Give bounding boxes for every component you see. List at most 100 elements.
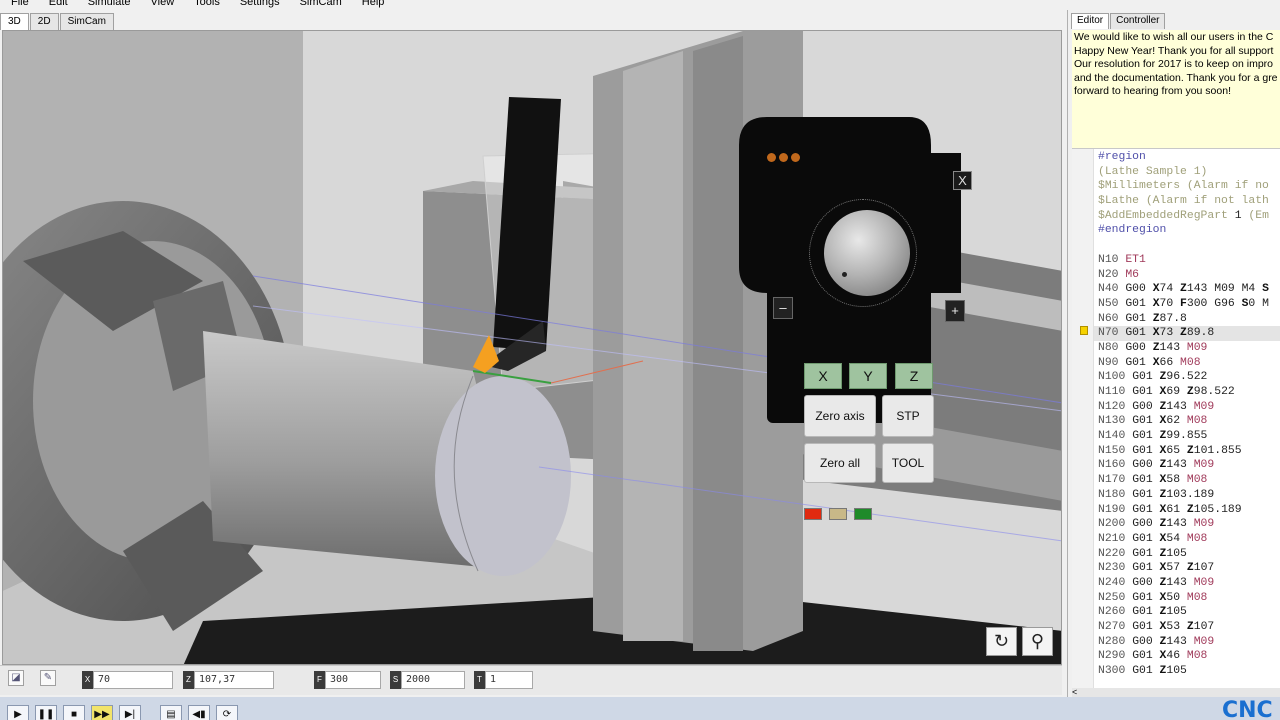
reset-view-icon[interactable]: ↻: [986, 627, 1017, 656]
tool-button[interactable]: TOOL: [882, 443, 934, 483]
menu-settings[interactable]: Settings: [229, 0, 289, 10]
code-line[interactable]: N180 G01 Z103.189: [1098, 488, 1280, 503]
menu-simcam[interactable]: SimCam: [289, 0, 351, 10]
code-line[interactable]: N80 G00 Z143 M09: [1098, 341, 1280, 356]
code-token: 105.189: [1193, 503, 1242, 516]
code-line[interactable]: N60 G01 Z87.8: [1098, 312, 1280, 327]
code-line[interactable]: $AddEmbeddedRegPart 1 (Em: [1098, 209, 1280, 224]
editor-hscroll[interactable]: <: [1072, 688, 1280, 697]
reset-icon[interactable]: ▤: [160, 705, 182, 720]
coolant-tap-icon[interactable]: ⚲: [1022, 627, 1053, 656]
code-token: 107: [1193, 621, 1215, 633]
pause-icon[interactable]: ❚❚: [35, 705, 57, 720]
code-line[interactable]: N300 G01 Z105: [1098, 664, 1280, 679]
code-line[interactable]: #endregion: [1098, 223, 1280, 238]
code-line[interactable]: N260 G01 Z105: [1098, 605, 1280, 620]
scroll-left-icon[interactable]: <: [1072, 687, 1077, 697]
stp-button[interactable]: STP: [882, 395, 934, 437]
brand-logo: CNC: [1222, 698, 1273, 720]
code-token: Z: [1186, 503, 1194, 516]
pendant-close-button[interactable]: X: [953, 171, 972, 190]
code-line[interactable]: N200 G00 Z143 M09: [1098, 517, 1280, 532]
right-panel: Editor Controller We would like to wish …: [1067, 10, 1280, 697]
tab-controller[interactable]: Controller: [1110, 13, 1166, 29]
t-label: T: [474, 671, 485, 689]
jog-knob[interactable]: [809, 199, 917, 307]
tab-editor[interactable]: Editor: [1071, 13, 1110, 29]
message-line: Happy New Year! Thank you for all suppor…: [1074, 44, 1274, 57]
menu-tools[interactable]: Tools: [183, 0, 229, 10]
code-line[interactable]: N220 G01 Z105: [1098, 547, 1280, 562]
code-line[interactable]: (Lathe Sample 1): [1098, 165, 1280, 180]
code-line[interactable]: N120 G00 Z143 M09: [1098, 400, 1280, 415]
menu-view[interactable]: View: [140, 0, 184, 10]
code-line[interactable]: $Lathe (Alarm if not lath: [1098, 194, 1280, 209]
code-line[interactable]: N290 G01 X46 M08: [1098, 649, 1280, 664]
code-line[interactable]: $Millimeters (Alarm if no: [1098, 179, 1280, 194]
step-icon[interactable]: ▶|: [119, 705, 141, 720]
code-token: N190: [1098, 503, 1133, 516]
tab-3d[interactable]: 3D: [0, 13, 29, 30]
code-line[interactable]: N20 M6: [1098, 268, 1280, 283]
tab-simcam[interactable]: SimCam: [59, 13, 114, 30]
code-line[interactable]: N230 G01 X57 Z107: [1098, 561, 1280, 576]
menu-simulate[interactable]: Simulate: [77, 0, 140, 10]
play-icon[interactable]: ▶: [7, 705, 29, 720]
code-line[interactable]: N240 G00 Z143 M09: [1098, 576, 1280, 591]
code-token: 65: [1166, 444, 1187, 457]
jog-minus-button[interactable]: –: [773, 297, 793, 319]
3d-viewport[interactable]: X – + X Y Z Zero axis STP Zero all TOOL …: [2, 30, 1062, 665]
z-label: Z: [183, 671, 194, 689]
code-token: 57: [1166, 562, 1187, 575]
code-line[interactable]: #region: [1098, 150, 1280, 165]
code-lines[interactable]: #region (Lathe Sample 1) $Millimeters (Ala…: [1094, 150, 1280, 679]
code-line[interactable]: N110 G01 X69 Z98.522: [1098, 385, 1280, 400]
axis-x-button[interactable]: X: [804, 363, 842, 389]
code-line[interactable]: [1098, 238, 1280, 253]
code-line[interactable]: N170 G01 X58 M08: [1098, 473, 1280, 488]
code-token: M09: [1193, 459, 1215, 472]
code-token: M09: [1193, 635, 1215, 648]
refresh-icon[interactable]: ⟳: [216, 705, 238, 720]
code-token: N160: [1098, 459, 1133, 472]
view-mode-icon[interactable]: ◪: [8, 670, 24, 686]
code-line[interactable]: N280 G00 Z143 M09: [1098, 635, 1280, 650]
zero-all-button[interactable]: Zero all: [804, 443, 876, 483]
fast-forward-icon[interactable]: ▶▶: [91, 705, 113, 720]
code-line[interactable]: N90 G01 X66 M08: [1098, 356, 1280, 371]
code-line[interactable]: N270 G01 X53 Z107: [1098, 620, 1280, 635]
code-line[interactable]: N140 G01 Z99.855: [1098, 429, 1280, 444]
code-token: Z: [1186, 444, 1194, 457]
axis-z-button[interactable]: Z: [895, 363, 933, 389]
axis-y-button[interactable]: Y: [849, 363, 887, 389]
code-token: G01: [1125, 297, 1153, 310]
edit-pen-icon[interactable]: ✎: [40, 670, 56, 686]
rewind-icon[interactable]: ◀▮: [188, 705, 210, 720]
code-line[interactable]: N50 G01 X70 F300 G96 S0 M: [1098, 297, 1280, 312]
code-line[interactable]: N250 G01 X50 M08: [1098, 591, 1280, 606]
code-token: G00: [1132, 635, 1160, 648]
stop-icon[interactable]: ■: [63, 705, 85, 720]
code-line[interactable]: N160 G00 Z143 M09: [1098, 458, 1280, 473]
code-token: Z: [1186, 562, 1194, 575]
code-line[interactable]: N210 G01 X54 M08: [1098, 532, 1280, 547]
code-line[interactable]: N70 G01 X73 Z89.8: [1094, 326, 1280, 341]
code-line[interactable]: N10 ET1: [1098, 253, 1280, 268]
gcode-editor[interactable]: #region (Lathe Sample 1) $Millimeters (Ala…: [1072, 148, 1280, 688]
menu-edit[interactable]: Edit: [38, 0, 77, 10]
tab-2d[interactable]: 2D: [29, 13, 59, 30]
code-line[interactable]: N130 G01 X62 M08: [1098, 414, 1280, 429]
code-token: N100: [1098, 371, 1133, 384]
code-line[interactable]: N150 G01 X65 Z101.855: [1098, 444, 1280, 459]
zero-axis-button[interactable]: Zero axis: [804, 395, 876, 437]
menu-help[interactable]: Help: [351, 0, 394, 10]
code-line[interactable]: N100 G01 Z96.522: [1098, 370, 1280, 385]
code-line[interactable]: N190 G01 X61 Z105.189: [1098, 503, 1280, 518]
menu-file[interactable]: File: [0, 0, 38, 10]
code-token: Z: [1180, 283, 1187, 296]
bookmark-icon[interactable]: [1080, 326, 1088, 335]
code-token: N130: [1098, 415, 1133, 428]
code-token: M08: [1186, 532, 1208, 545]
code-line[interactable]: N40 G00 X74 Z143 M09 M4 S: [1098, 282, 1280, 297]
jog-plus-button[interactable]: +: [945, 300, 965, 322]
